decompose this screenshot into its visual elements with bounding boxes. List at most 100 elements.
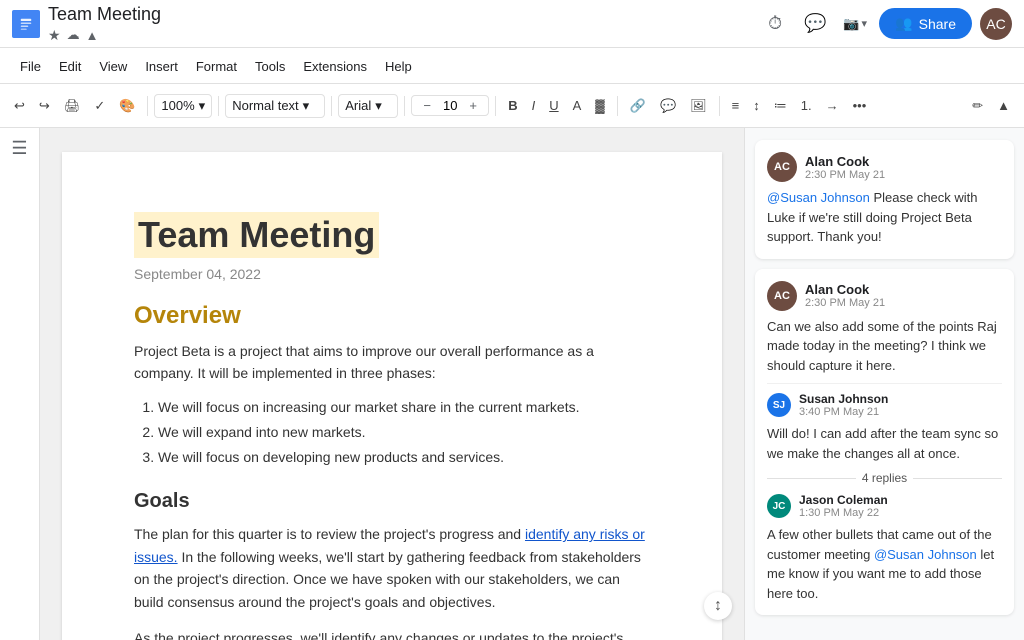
zoom-select[interactable]: 100%▾: [154, 94, 212, 118]
font-select[interactable]: Arial▾: [338, 94, 398, 118]
cloud-save-icon[interactable]: ☁: [67, 27, 80, 43]
outline-icon[interactable]: ☰: [11, 138, 27, 159]
list-unordered-button[interactable]: ≔: [768, 94, 793, 118]
menu-tools[interactable]: Tools: [247, 55, 293, 78]
underline-button[interactable]: U: [543, 94, 564, 117]
italic-button[interactable]: I: [526, 94, 542, 117]
comment-card-2: AC Alan Cook 2:30 PM May 21 Can we also …: [755, 269, 1014, 616]
comment-2-header: AC Alan Cook 2:30 PM May 21: [767, 281, 1002, 311]
link-button[interactable]: 🔗: [624, 94, 652, 118]
list-ordered-button[interactable]: 1.: [795, 94, 818, 117]
doc-icon: [12, 10, 40, 38]
present-button[interactable]: 📷 ▾: [839, 8, 871, 40]
document-page: Team Meeting September 04, 2022 Overview…: [62, 152, 722, 640]
bullet-list: We will focus on increasing our market s…: [158, 395, 650, 471]
list-item: We will focus on increasing our market s…: [158, 395, 650, 420]
align-button[interactable]: ≡: [726, 94, 746, 117]
comment-1-mention[interactable]: @Susan Johnson: [767, 190, 870, 205]
menu-extensions[interactable]: Extensions: [295, 55, 375, 78]
last-reply-time: 1:30 PM May 22: [799, 507, 888, 519]
goals-paragraph-2: As the project progresses, we'll identif…: [134, 627, 650, 640]
font-size-increase[interactable]: +: [462, 98, 484, 113]
toolbar-divider-1: [147, 96, 148, 116]
indent-button[interactable]: →: [820, 94, 845, 117]
share-button[interactable]: 👥 Share: [879, 8, 972, 39]
comment-1-author: Alan Cook: [805, 154, 885, 169]
toolbar-divider-3: [331, 96, 332, 116]
toolbar-divider-4: [404, 96, 405, 116]
undo-button[interactable]: ↩: [8, 94, 31, 118]
font-size-control: − 10 +: [411, 95, 489, 116]
list-item: We will focus on developing new products…: [158, 445, 650, 470]
comment-1-avatar: AC: [767, 152, 797, 182]
reply-line-left: [767, 478, 856, 479]
bold-button[interactable]: B: [502, 94, 523, 117]
comment-1-text: @Susan Johnson Please check with Luke if…: [767, 188, 1002, 247]
last-reply-meta: Jason Coleman 1:30 PM May 22: [799, 493, 888, 519]
comment-2-author: Alan Cook: [805, 282, 885, 297]
reply-1-author: Susan Johnson: [799, 392, 888, 406]
last-reply-text: A few other bullets that came out of the…: [767, 525, 1002, 603]
last-reply-mention[interactable]: @Susan Johnson: [874, 547, 977, 562]
document-area[interactable]: Team Meeting September 04, 2022 Overview…: [40, 128, 744, 640]
reply-1-meta: Susan Johnson 3:40 PM May 21: [799, 392, 888, 418]
print-button[interactable]: 🖨: [58, 94, 87, 118]
reply-divider: 4 replies: [767, 471, 1002, 485]
font-color-button[interactable]: A: [567, 94, 588, 117]
highlight-button[interactable]: ▓: [589, 94, 610, 117]
history-button[interactable]: ⏱: [759, 8, 791, 40]
last-reply-header: JC Jason Coleman 1:30 PM May 22: [767, 493, 1002, 519]
overview-text: Project Beta is a project that aims to i…: [134, 340, 650, 385]
share-icon: 👥: [895, 15, 912, 32]
comment-2-avatar: AC: [767, 281, 797, 311]
user-avatar[interactable]: AC: [980, 8, 1012, 40]
share-label: Share: [919, 16, 956, 32]
menu-insert[interactable]: Insert: [137, 55, 186, 78]
font-size-decrease[interactable]: −: [416, 98, 438, 113]
redo-button[interactable]: ↪: [33, 94, 56, 118]
menu-help[interactable]: Help: [377, 55, 420, 78]
image-button[interactable]: 🖼: [684, 94, 713, 118]
menu-bar: File Edit View Insert Format Tools Exten…: [0, 48, 1024, 84]
menu-edit[interactable]: Edit: [51, 55, 89, 78]
menu-format[interactable]: Format: [188, 55, 245, 78]
collapse-toolbar-button[interactable]: ▲: [991, 94, 1016, 117]
outline-panel: ☰: [0, 128, 40, 640]
toolbar: ↩ ↪ 🖨 ✓ 🎨 100%▾ Normal text▾ Arial▾ − 10…: [0, 84, 1024, 128]
reply-1-header: SJ Susan Johnson 3:40 PM May 21: [767, 392, 1002, 418]
drive-icon[interactable]: ▲: [86, 28, 99, 43]
comment-tool-button[interactable]: 💬: [654, 94, 682, 118]
menu-view[interactable]: View: [91, 55, 135, 78]
last-reply: JC Jason Coleman 1:30 PM May 22 A few ot…: [767, 493, 1002, 603]
line-spacing-button[interactable]: ↕: [747, 94, 766, 117]
toolbar-divider-5: [495, 96, 496, 116]
toolbar-divider-2: [218, 96, 219, 116]
font-size-value[interactable]: 10: [439, 98, 461, 113]
comments-button[interactable]: 💬: [799, 8, 831, 40]
more-button[interactable]: •••: [847, 94, 873, 117]
main-area: ☰ Team Meeting September 04, 2022 Overvi…: [0, 128, 1024, 640]
overview-heading: Overview: [134, 302, 650, 330]
reply-1-avatar: SJ: [767, 393, 791, 417]
toolbar-divider-6: [617, 96, 618, 116]
document-title-heading: Team Meeting: [134, 212, 379, 258]
pen-button[interactable]: ✏: [966, 94, 989, 118]
star-icon[interactable]: ★: [48, 27, 61, 44]
reply-count[interactable]: 4 replies: [862, 471, 907, 485]
last-reply-author: Jason Coleman: [799, 493, 888, 507]
list-item: We will expand into new markets.: [158, 420, 650, 445]
style-select[interactable]: Normal text▾: [225, 94, 325, 118]
goals-heading: Goals: [134, 490, 650, 513]
title-icons: ★ ☁ ▲: [48, 27, 751, 44]
comment-1-header: AC Alan Cook 2:30 PM May 21: [767, 152, 1002, 182]
comment-2-time: 2:30 PM May 21: [805, 297, 885, 309]
paint-button[interactable]: 🎨: [113, 94, 141, 118]
comment-2-meta: Alan Cook 2:30 PM May 21: [805, 282, 885, 309]
scroll-indicator[interactable]: ↕: [704, 592, 732, 620]
spellcheck-button[interactable]: ✓: [88, 94, 111, 118]
title-area: Team Meeting ★ ☁ ▲: [48, 4, 751, 44]
document-title[interactable]: Team Meeting: [48, 4, 751, 25]
reply-1-text: Will do! I can add after the team sync s…: [767, 424, 1002, 463]
comment-1-meta: Alan Cook 2:30 PM May 21: [805, 154, 885, 181]
menu-file[interactable]: File: [12, 55, 49, 78]
